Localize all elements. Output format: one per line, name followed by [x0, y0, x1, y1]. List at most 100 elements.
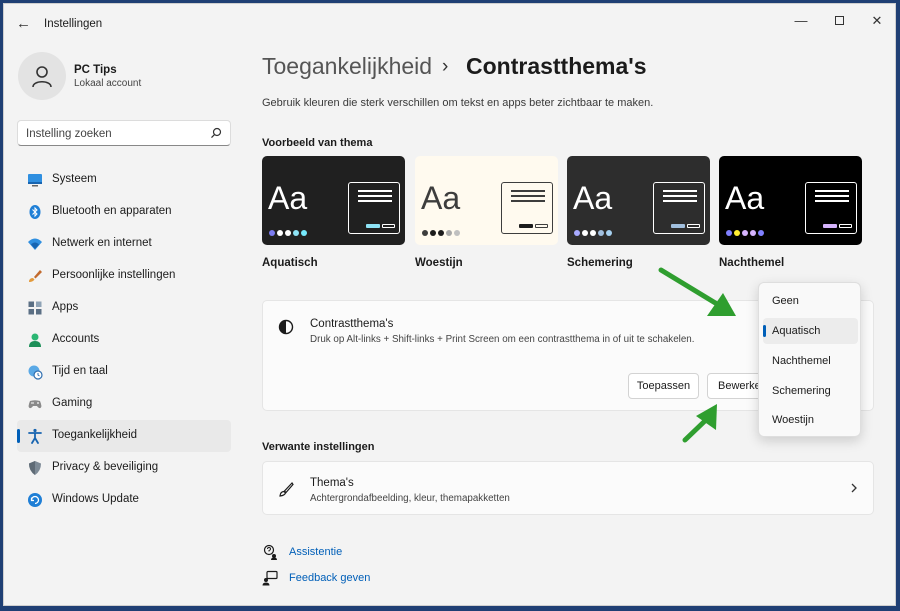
- page-description: Gebruik kleuren die sterk verschillen om…: [262, 97, 654, 109]
- sidebar-item-label: Persoonlijke instellingen: [52, 269, 176, 281]
- related-item-subtitle: Achtergrondafbeelding, kleur, themapakke…: [310, 493, 510, 504]
- minimize-button[interactable]: —: [787, 10, 815, 32]
- theme-color-dot: [598, 230, 604, 236]
- theme-preview-woestijn[interactable]: Aa Woestijn: [415, 156, 558, 269]
- dropdown-option-woestijn[interactable]: Woestijn: [763, 407, 858, 433]
- close-button[interactable]: ✕: [863, 10, 891, 32]
- theme-color-dot: [606, 230, 612, 236]
- theme-card: Aa: [415, 156, 558, 245]
- help-person-icon: [263, 544, 277, 560]
- sidebar-item-accounts[interactable]: Accounts: [17, 324, 231, 356]
- assist-link[interactable]: Assistentie: [262, 544, 462, 562]
- theme-name: Aquatisch: [262, 257, 318, 269]
- theme-color-dot: [742, 230, 748, 236]
- theme-sample-text: Aa: [421, 180, 461, 216]
- theme-color-dot: [758, 230, 764, 236]
- theme-color-dot: [285, 230, 291, 236]
- wifi-icon: [28, 238, 42, 250]
- shield-icon: [29, 461, 41, 475]
- theme-window-mock: [805, 182, 857, 234]
- apply-button[interactable]: Toepassen: [628, 373, 699, 399]
- maximize-button[interactable]: [825, 10, 853, 32]
- theme-preview-schemering[interactable]: Aa Schemering: [567, 156, 710, 269]
- account-type: Lokaal account: [74, 78, 142, 89]
- theme-color-dot: [454, 230, 460, 236]
- person-icon: [29, 333, 41, 347]
- sidebar-item-label: Privacy & beveiliging: [52, 461, 159, 473]
- theme-color-dot: [734, 230, 740, 236]
- theme-card: Aa: [262, 156, 405, 245]
- theme-preview-nachthemel[interactable]: Aa Nachthemel: [719, 156, 862, 269]
- theme-color-dot: [269, 230, 275, 236]
- theme-color-dot: [301, 230, 307, 236]
- sidebar-item-systeem[interactable]: Systeem: [17, 164, 231, 196]
- gamepad-icon: [28, 400, 42, 409]
- app-title: Instellingen: [44, 18, 103, 30]
- theme-name: Woestijn: [415, 257, 463, 269]
- feedback-label: Feedback geven: [289, 572, 371, 584]
- sidebar-item-label: Accounts: [52, 333, 100, 345]
- search-input[interactable]: Instelling zoeken: [17, 120, 231, 146]
- person-icon: [32, 66, 52, 88]
- sidebar-item-netwerk[interactable]: Netwerk en internet: [17, 228, 231, 260]
- theme-color-dots: [422, 223, 462, 236]
- sidebar-item-persoonlijk[interactable]: Persoonlijke instellingen: [17, 260, 231, 292]
- theme-color-dot: [430, 230, 436, 236]
- brush-icon: [29, 270, 42, 282]
- sidebar-item-tijd-taal[interactable]: Tijd en taal: [17, 356, 231, 388]
- assist-label: Assistentie: [289, 546, 343, 558]
- sidebar-item-windows-update[interactable]: Windows Update: [17, 484, 231, 516]
- page-title: Contrastthema's: [466, 53, 647, 79]
- theme-name: Nachthemel: [719, 257, 785, 269]
- sidebar-item-label: Apps: [52, 301, 79, 313]
- theme-card: Aa: [567, 156, 710, 245]
- breadcrumb-separator-icon: ›: [442, 56, 449, 77]
- dropdown-option-schemering[interactable]: Schemering: [763, 378, 858, 404]
- dropdown-option-aquatisch[interactable]: Aquatisch: [763, 318, 858, 344]
- theme-color-dots: [726, 223, 766, 236]
- settings-window: ← Instellingen — ✕ PC Tips Lokaal accoun…: [3, 3, 896, 606]
- theme-card: Aa: [719, 156, 862, 245]
- theme-color-dot: [590, 230, 596, 236]
- theme-preview-aquatisch[interactable]: Aa Aquatisch: [262, 156, 405, 269]
- sidebar-nav: Systeem Bluetooth en apparaten Netwerk e…: [17, 164, 231, 516]
- sidebar-item-bluetooth[interactable]: Bluetooth en apparaten: [17, 196, 231, 228]
- sidebar-item-gaming[interactable]: Gaming: [17, 388, 231, 420]
- sidebar-item-apps[interactable]: Apps: [17, 292, 231, 324]
- feedback-link[interactable]: Feedback geven: [262, 570, 462, 588]
- panel-title: Contrastthema's: [310, 318, 394, 330]
- theme-window-mock: [653, 182, 705, 234]
- theme-name: Schemering: [567, 257, 633, 269]
- dropdown-option-geen[interactable]: Geen: [763, 288, 858, 314]
- search-icon: [211, 127, 222, 139]
- maximize-icon: [834, 16, 844, 26]
- sidebar-item-label: Toegankelijkheid: [52, 429, 138, 441]
- sidebar-item-label: Tijd en taal: [52, 365, 108, 377]
- sidebar-item-label: Gaming: [52, 397, 93, 409]
- back-arrow-icon[interactable]: ←: [16, 16, 32, 32]
- bluetooth-icon: [29, 205, 41, 219]
- theme-color-dot: [293, 230, 299, 236]
- related-item-title: Thema's: [310, 477, 354, 489]
- theme-color-dots: [574, 223, 614, 236]
- theme-dropdown-menu: Geen Aquatisch Nachthemel Schemering Woe…: [758, 282, 861, 437]
- theme-color-dot: [582, 230, 588, 236]
- sidebar-item-label: Bluetooth en apparaten: [52, 205, 172, 217]
- sidebar-item-toegankelijkheid[interactable]: Toegankelijkheid: [17, 420, 231, 452]
- theme-sample-text: Aa: [268, 180, 308, 216]
- title-bar: ← Instellingen — ✕: [4, 4, 895, 44]
- theme-color-dot: [422, 230, 428, 236]
- dropdown-option-nachthemel[interactable]: Nachthemel: [763, 348, 858, 374]
- panel-subtitle: Druk op Alt-links + Shift-links + Print …: [310, 334, 695, 345]
- sidebar-item-privacy[interactable]: Privacy & beveiliging: [17, 452, 231, 484]
- accessibility-icon: [28, 428, 42, 444]
- related-item-themes[interactable]: Thema's Achtergrondafbeelding, kleur, th…: [262, 461, 874, 515]
- breadcrumb-parent[interactable]: Toegankelijkheid: [262, 53, 432, 80]
- theme-color-dot: [726, 230, 732, 236]
- chevron-right-icon: [851, 483, 857, 493]
- theme-window-mock: [348, 182, 400, 234]
- theme-color-dot: [277, 230, 283, 236]
- brush-icon: [279, 482, 294, 497]
- sidebar-item-label: Netwerk en internet: [52, 237, 152, 249]
- avatar[interactable]: [18, 52, 66, 100]
